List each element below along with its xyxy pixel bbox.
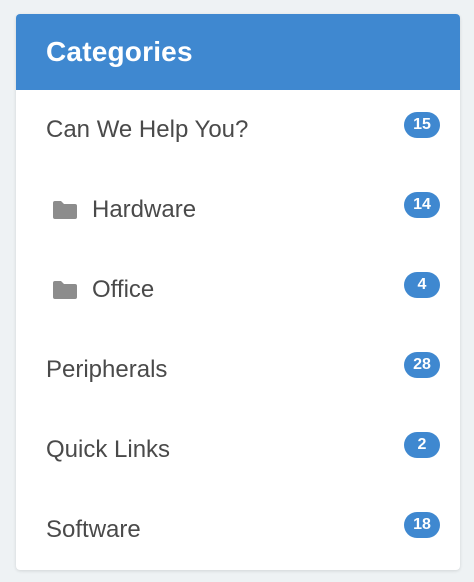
count-badge: 15 bbox=[404, 112, 440, 138]
folder-icon bbox=[53, 201, 77, 219]
count-badge: 4 bbox=[404, 272, 440, 298]
category-label[interactable]: Can We Help You? bbox=[46, 116, 248, 144]
category-list: Can We Help You? 15 Hardware 14 Office 4… bbox=[16, 90, 460, 570]
count-badge: 14 bbox=[404, 192, 440, 218]
count-badge: 18 bbox=[404, 512, 440, 538]
panel-header: Categories bbox=[16, 14, 460, 90]
category-item-office[interactable]: Office 4 bbox=[16, 250, 460, 330]
category-item-software[interactable]: Software 18 bbox=[16, 490, 460, 570]
category-label[interactable]: Quick Links bbox=[46, 436, 170, 464]
category-item-can-we-help-you[interactable]: Can We Help You? 15 bbox=[16, 90, 460, 170]
folder-icon bbox=[53, 281, 77, 299]
category-item-peripherals[interactable]: Peripherals 28 bbox=[16, 330, 460, 410]
category-item-quick-links[interactable]: Quick Links 2 bbox=[16, 410, 460, 490]
category-label[interactable]: Peripherals bbox=[46, 356, 167, 384]
panel-title: Categories bbox=[46, 36, 193, 67]
categories-panel: Categories Can We Help You? 15 Hardware … bbox=[16, 14, 460, 570]
category-item-hardware[interactable]: Hardware 14 bbox=[16, 170, 460, 250]
category-label[interactable]: Software bbox=[46, 516, 141, 544]
category-label[interactable]: Hardware bbox=[92, 196, 196, 224]
count-badge: 2 bbox=[404, 432, 440, 458]
count-badge: 28 bbox=[404, 352, 440, 378]
category-label[interactable]: Office bbox=[92, 276, 154, 304]
